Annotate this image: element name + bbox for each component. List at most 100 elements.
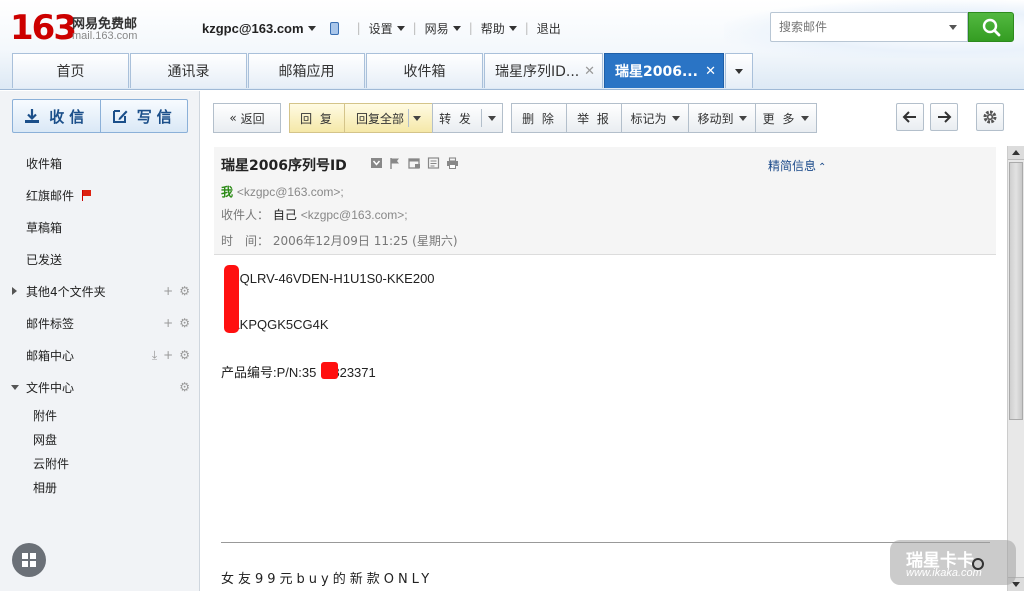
folder-mail-center[interactable]: 邮箱中心 ⤓ + ⚙ [0, 339, 200, 371]
tab-contacts[interactable]: 通讯录 [130, 53, 247, 88]
folder-tags[interactable]: 邮件标签 + ⚙ [0, 307, 200, 339]
settings-button[interactable] [976, 103, 1004, 131]
chevron-down-icon[interactable] [487, 115, 496, 121]
chevron-down-icon [738, 115, 747, 121]
body-serial-line: SQLRV-46VDEN-H1U1S0-KKE200 [231, 271, 435, 286]
chevron-down-icon[interactable] [413, 115, 421, 121]
gear-icon[interactable]: ⚙ [179, 316, 190, 330]
settings-link[interactable]: 设置 [369, 20, 393, 37]
mobile-icon[interactable] [329, 21, 339, 35]
account-dropdown-icon[interactable] [307, 25, 316, 31]
file-attachments[interactable]: 附件 [0, 403, 200, 427]
tab-mail-current[interactable]: 瑞星2006... ✕ [604, 53, 724, 88]
close-icon[interactable]: ✕ [584, 64, 595, 79]
download-icon [25, 109, 40, 123]
subject-actions [370, 157, 459, 169]
watermark-url: www.ikaka.com [906, 567, 982, 579]
sender-name[interactable]: 我 [221, 185, 233, 199]
product-suffix: 823371 [332, 365, 376, 380]
zoom-icon[interactable] [972, 558, 984, 570]
file-album[interactable]: 相册 [0, 475, 200, 499]
double-chevron-left-icon: « [229, 111, 237, 125]
delete-button[interactable]: 删 除 [511, 103, 567, 133]
body-id-line: AKPQGK5CG4K [231, 317, 329, 332]
add-icon[interactable]: + [163, 316, 173, 330]
time-value: 2006年12月09日 11:25 (星期六) [272, 234, 458, 248]
product-prefix: 产品编号:P/N:35 [221, 365, 317, 380]
folder-drafts[interactable]: 草稿箱 [0, 211, 200, 243]
folder-inbox[interactable]: 收件箱 [0, 147, 200, 179]
arrow-left-icon [902, 111, 916, 123]
collapse-icon[interactable] [11, 385, 19, 390]
top-nav: kzgpc@163.com | 设置 | 网易 | 帮助 | 退出 [202, 20, 561, 37]
double-chevron-up-icon: ⌃ [818, 162, 827, 173]
previous-mail-button[interactable] [896, 103, 924, 131]
tab-home[interactable]: 首页 [12, 53, 129, 88]
reply-all-button[interactable]: 回复全部 [344, 103, 433, 133]
mail-action-buttons: 收信 写信 [12, 99, 188, 133]
account-menu[interactable]: kzgpc@163.com [202, 21, 304, 36]
print-icon[interactable] [446, 157, 459, 169]
recipient-label: 收件人： [221, 208, 270, 222]
search-input[interactable] [771, 13, 941, 41]
recipient-name[interactable]: 自己 [273, 208, 297, 222]
gear-icon[interactable]: ⚙ [179, 380, 190, 394]
tab-inbox[interactable]: 收件箱 [366, 53, 483, 88]
chevron-down-icon[interactable] [396, 25, 405, 31]
chevron-down-icon[interactable] [452, 25, 461, 31]
mail-header: 瑞星2006序列号ID 精简信息 ⌃ 我 <kzgpc@163.com>; 收件人… [214, 147, 996, 255]
help-link[interactable]: 帮助 [481, 20, 505, 37]
report-button[interactable]: 举 报 [566, 103, 622, 133]
gear-icon[interactable]: ⚙ [179, 348, 190, 363]
time-label: 时 间： [221, 234, 270, 248]
footer-ad[interactable]: 女友99元buy的新款ONLY [221, 568, 433, 587]
note-icon[interactable] [427, 157, 440, 169]
redaction-mark [321, 362, 338, 379]
site-watermark: 瑞星卡卡 www.ikaka.com [890, 540, 1016, 585]
forward-button[interactable]: 转 发 [432, 103, 503, 133]
mark-icon[interactable] [370, 157, 383, 169]
search-dropdown-icon[interactable] [949, 25, 957, 30]
receive-button[interactable]: 收信 [13, 100, 100, 132]
file-netdisk[interactable]: 网盘 [0, 427, 200, 451]
gear-icon[interactable]: ⚙ [179, 284, 190, 298]
next-mail-button[interactable] [930, 103, 958, 131]
folder-file-center[interactable]: 文件中心 ⚙ [0, 371, 200, 403]
scroll-thumb[interactable] [1009, 162, 1023, 420]
time-row: 时 间： 2006年12月09日 11:25 (星期六) [221, 232, 458, 249]
close-icon[interactable]: ✕ [705, 64, 716, 79]
tab-more-button[interactable] [725, 53, 753, 88]
mark-as-button[interactable]: 标记为 [621, 103, 689, 133]
expand-icon[interactable] [12, 287, 17, 295]
folder-list: 收件箱 红旗邮件 草稿箱 已发送 其他4个文件夹 + ⚙ 邮件标签 + ⚙ 邮箱中心… [0, 147, 200, 499]
calendar-icon[interactable] [408, 157, 421, 169]
compose-button[interactable]: 写信 [99, 100, 188, 132]
tab-apps[interactable]: 邮箱应用 [248, 53, 365, 88]
vertical-scrollbar[interactable] [1007, 146, 1024, 591]
sidebar: 收信 写信 收件箱 红旗邮件 草稿箱 已发送 其他4个文件夹 + ⚙ 邮件标签 +… [0, 91, 200, 591]
chevron-down-icon[interactable] [508, 25, 517, 31]
apps-grid-icon[interactable] [12, 543, 46, 577]
simplified-info-link[interactable]: 精简信息 ⌃ [768, 157, 826, 174]
folder-other[interactable]: 其他4个文件夹 + ⚙ [0, 275, 200, 307]
file-cloud-attachments[interactable]: 云附件 [0, 451, 200, 475]
search-button[interactable] [968, 12, 1014, 42]
back-button[interactable]: «返回 [213, 103, 281, 133]
tab-mail-serial[interactable]: 瑞星序列ID... ✕ [484, 53, 603, 88]
top-header: 163 网易免费邮 mail.163.com kzgpc@163.com | 设… [0, 0, 1024, 90]
search-icon [982, 18, 1001, 37]
add-icon[interactable]: + [163, 348, 173, 363]
flag-icon[interactable] [389, 157, 402, 169]
move-to-button[interactable]: 移动到 [688, 103, 756, 133]
folder-sent[interactable]: 已发送 [0, 243, 200, 275]
download-icon[interactable]: ⤓ [152, 348, 157, 363]
more-button[interactable]: 更 多 [755, 103, 817, 133]
scroll-up-icon[interactable] [1008, 146, 1024, 160]
reply-button[interactable]: 回 复 [289, 103, 345, 133]
chevron-down-icon [735, 68, 743, 74]
folder-flagged[interactable]: 红旗邮件 [0, 179, 200, 211]
logout-link[interactable]: 退出 [537, 20, 561, 37]
add-icon[interactable]: + [163, 284, 173, 298]
netease-link[interactable]: 网易 [425, 20, 449, 37]
logo-url: mail.163.com [72, 30, 138, 42]
